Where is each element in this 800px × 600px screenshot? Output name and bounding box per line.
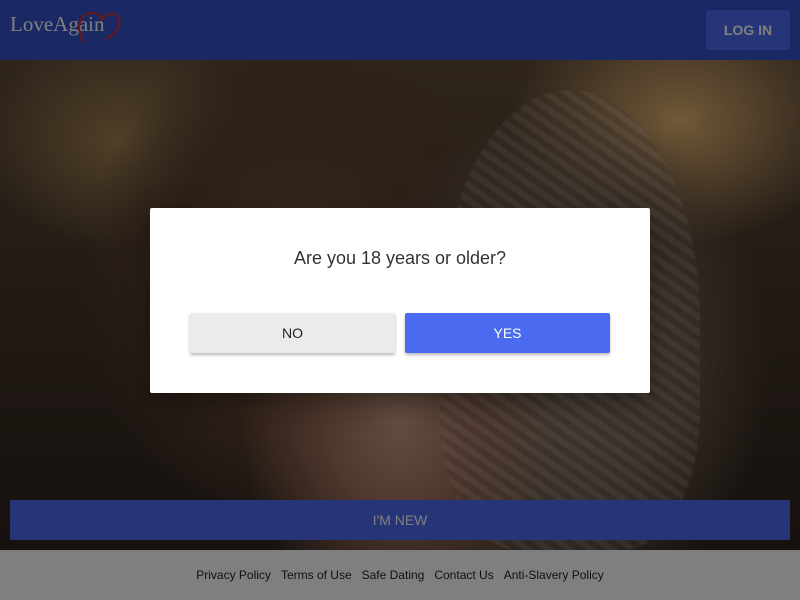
dialog-question: Are you 18 years or older? [293, 248, 507, 268]
age-verification-dialog: Are you 18 years or older? NO YES [150, 208, 650, 393]
no-button[interactable]: NO [190, 313, 395, 353]
yes-button[interactable]: YES [405, 313, 610, 353]
